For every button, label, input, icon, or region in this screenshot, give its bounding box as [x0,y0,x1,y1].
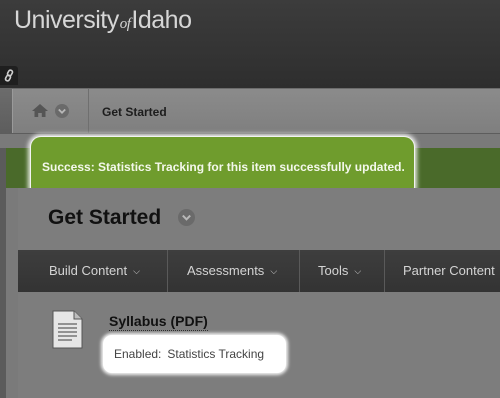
logo-text-idaho: Idaho [131,6,192,34]
menu-divider [299,250,300,292]
menu-label: Partner Content [403,263,495,278]
breadcrumb: Get Started [12,89,500,133]
breadcrumb-bar: Get Started [0,88,500,134]
title-chevron-down-icon[interactable] [178,209,195,226]
breadcrumb-current: Get Started [102,105,167,119]
menu-label: Build Content [49,263,128,278]
home-icon[interactable] [31,103,49,118]
success-message: Success: Statistics Tracking for this it… [42,160,405,174]
site-header: UniversityofIdaho [0,0,500,88]
menu-divider [384,250,385,292]
tools-menu[interactable]: Tools ⌵ [318,250,361,292]
assessments-menu[interactable]: Assessments ⌵ [187,250,277,292]
tracking-status-highlight: Enabled: Statistics Tracking [103,335,286,373]
link-icon [4,69,14,82]
item-title-link[interactable]: Syllabus (PDF) [109,313,208,331]
status-value: Statistics Tracking [167,347,265,361]
chevron-down-icon[interactable] [55,104,69,118]
chevron-down-icon: ⌵ [270,266,278,276]
logo-text-of: of [119,16,131,32]
status-label: Enabled: [114,347,162,361]
tracking-status: Enabled: Statistics Tracking [114,347,264,361]
content-toolbar: Build Content ⌵ Assessments ⌵ Tools ⌵ Partn… [18,250,500,292]
logo-text-university: University [14,6,119,34]
partner-content-menu[interactable]: Partner Content [403,250,495,292]
menu-divider [167,250,168,292]
menu-label: Assessments [187,263,265,278]
link-button[interactable] [0,66,18,85]
menu-label: Tools [318,263,349,278]
chevron-down-icon: ⌵ [354,266,362,276]
page-title: Get Started [48,206,162,229]
build-content-menu[interactable]: Build Content ⌵ [49,250,140,292]
university-logo[interactable]: UniversityofIdaho [14,6,192,35]
breadcrumb-divider [88,89,89,133]
document-icon [52,310,83,349]
chevron-down-icon: ⌵ [133,266,140,276]
